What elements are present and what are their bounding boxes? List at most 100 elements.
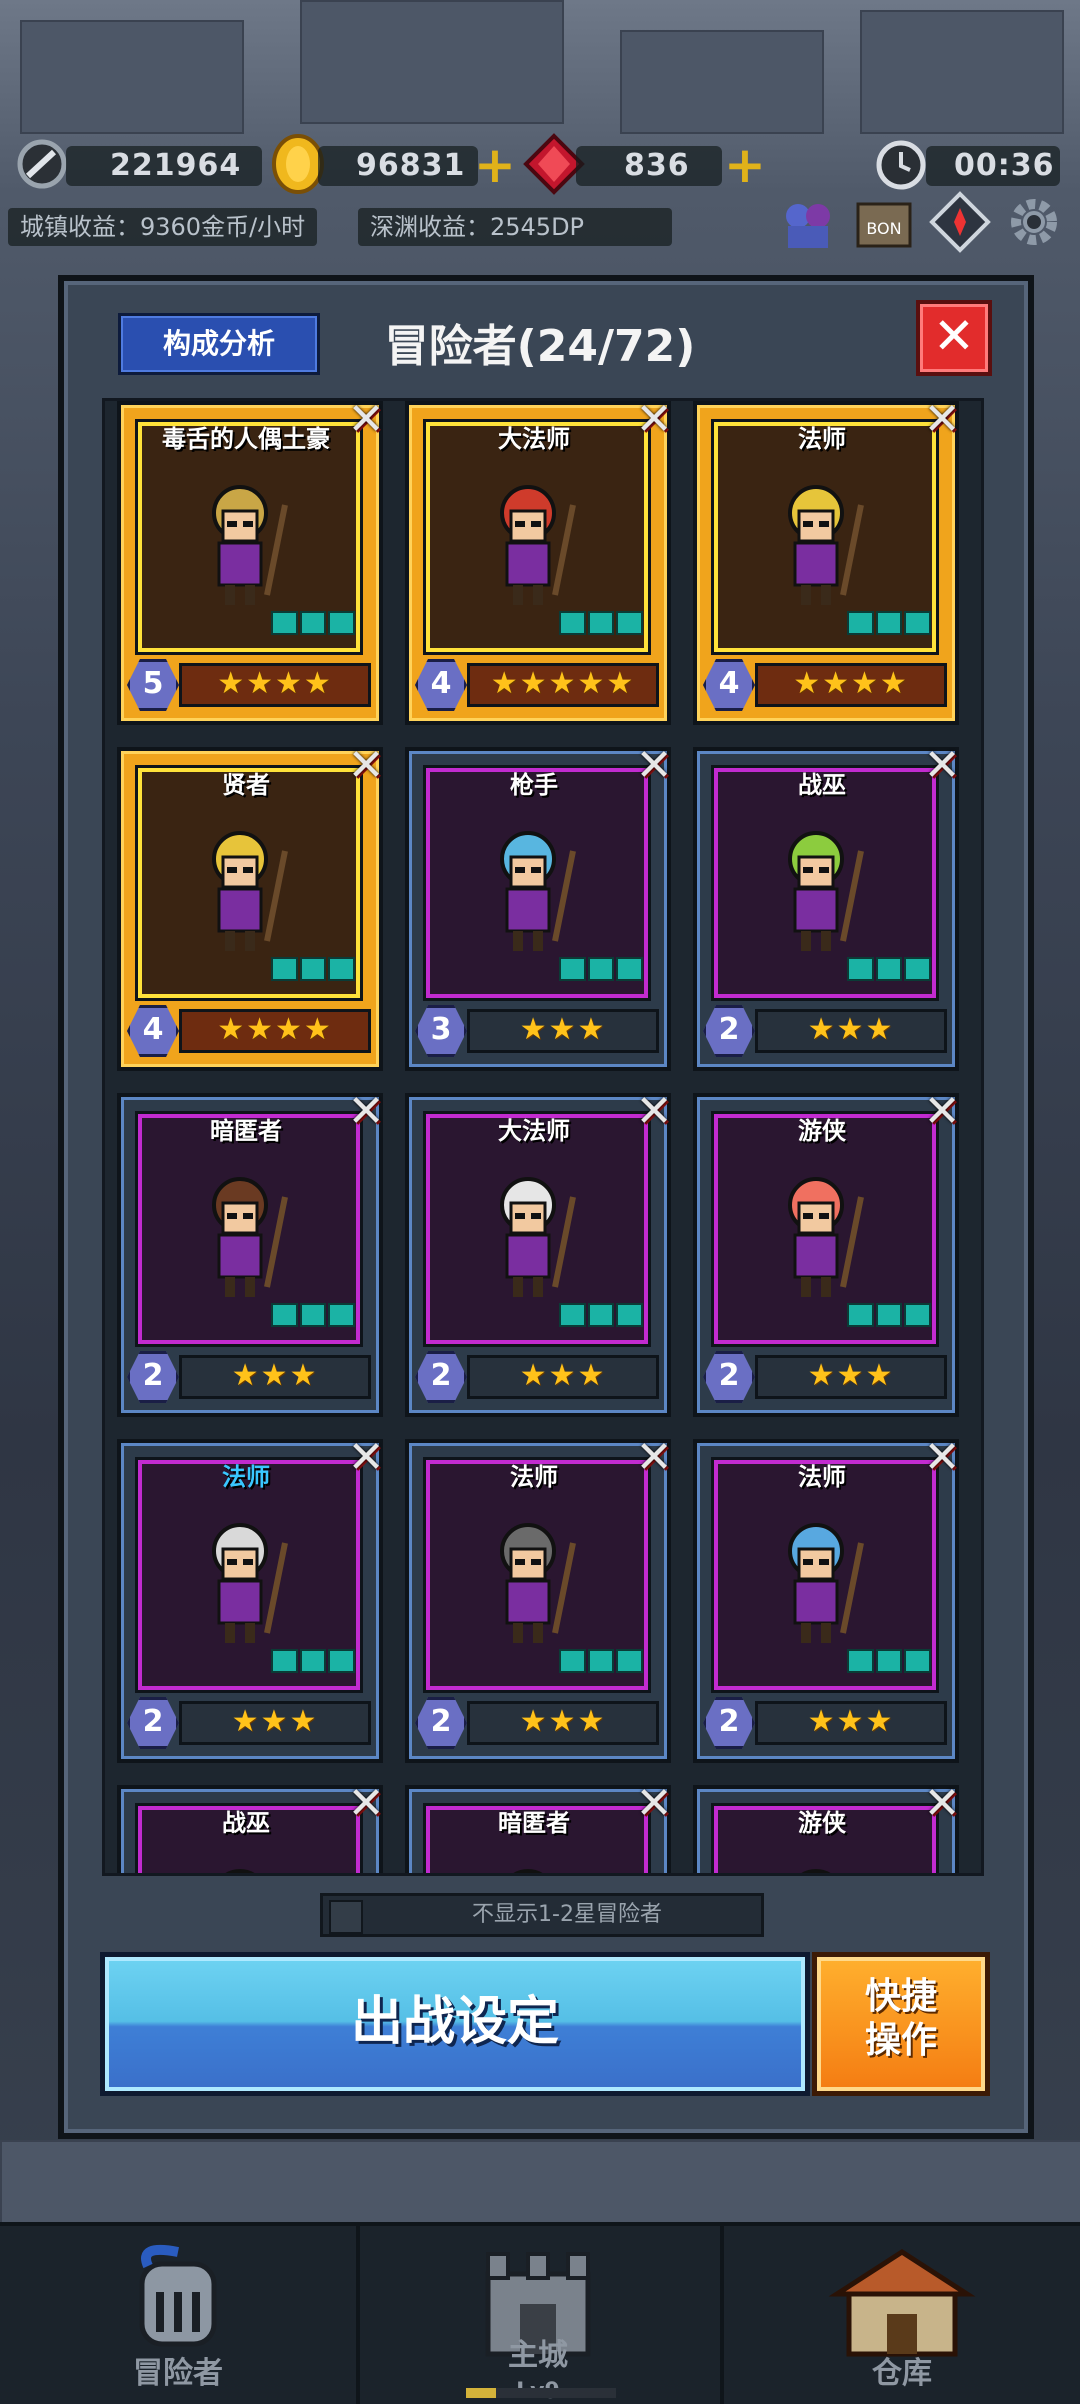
bottom-nav: 冒险者 主城 Lv9 仓库 [0, 2222, 1080, 2404]
star-rating: ★★★ [467, 1355, 659, 1399]
star-rating: ★★★ [755, 1009, 947, 1053]
level-badge: 4 [127, 1005, 179, 1057]
compass-icon[interactable] [928, 190, 992, 254]
quick-label-2: 操作 [864, 2020, 937, 2061]
hero-sprite-icon [212, 831, 288, 951]
adventurer-card[interactable]: 大法师 ✕ 4 ★★★★★ [405, 401, 672, 725]
hero-sprite-icon [788, 1523, 864, 1643]
adventurer-card[interactable]: 战巫 ✕ [117, 1779, 384, 1873]
crossed-swords-icon[interactable]: ✕ [917, 401, 967, 445]
crossed-swords-icon[interactable]: ✕ [341, 1087, 391, 1137]
star-rating: ★★★ [755, 1701, 947, 1745]
nav-adventurer-label: 冒险者 [133, 2356, 223, 2391]
panel-title: 冒险者(24/72) [384, 321, 696, 372]
crossed-swords-icon[interactable]: ✕ [917, 1433, 967, 1483]
adventurer-card[interactable]: 游侠 ✕ 2 ★★★ [693, 1087, 960, 1417]
add-gold-button[interactable]: + [474, 140, 516, 190]
adventurer-name: 战巫 [798, 771, 846, 799]
star-rating: ★★★★ [755, 663, 947, 707]
level-badge: 2 [703, 1697, 755, 1749]
nav-adventurer[interactable]: 冒险者 [0, 2226, 356, 2404]
adventurer-grid[interactable]: 毒舌的人偶土豪 ✕ 5 ★★★★ 大法师 ✕ 4 ★★★★★ 法师 ✕ 4 ★★★★ 贤者 ✕ 4 ★★★★ 枪… [102, 398, 984, 1876]
crossed-swords-icon[interactable]: ✕ [341, 1779, 391, 1829]
equipment-slots [271, 1303, 356, 1327]
level-badge: 3 [415, 1005, 467, 1057]
crossed-swords-icon[interactable]: ✕ [629, 401, 679, 445]
adventurer-name: 法师 [798, 1463, 846, 1491]
level-badge: 2 [127, 1697, 179, 1749]
hero-sprite-icon [500, 1523, 576, 1643]
close-button[interactable]: ✕ [916, 300, 992, 376]
quick-action-button[interactable]: 快捷 操作 [812, 1952, 990, 2096]
crossed-swords-icon[interactable]: ✕ [917, 741, 967, 791]
equipment-slots [559, 611, 644, 635]
add-gem-button[interactable]: + [724, 140, 766, 190]
adventurer-card[interactable]: 法师 ✕ 2 ★★★ [693, 1433, 960, 1763]
equipment-slots [559, 957, 644, 981]
star-rating: ★★★ [179, 1701, 371, 1745]
adventurer-card[interactable]: 游侠 ✕ [693, 1779, 960, 1873]
hero-sprite-icon [212, 1523, 288, 1643]
dp-icon [17, 139, 67, 189]
star-rating: ★★★★ [179, 1009, 371, 1053]
level-badge: 2 [703, 1351, 755, 1403]
adventurer-card[interactable]: 法师 ✕ 2 ★★★ [117, 1433, 384, 1763]
adventurer-card[interactable]: 战巫 ✕ 2 ★★★ [693, 741, 960, 1071]
adventurer-card[interactable]: 贤者 ✕ 4 ★★★★ [117, 741, 384, 1071]
equipment-slots [847, 611, 932, 635]
adventurer-name: 法师 [510, 1463, 558, 1491]
hero-sprite-icon [788, 831, 864, 951]
crossed-swords-icon[interactable]: ✕ [629, 1433, 679, 1483]
crossed-swords-icon[interactable]: ✕ [917, 1087, 967, 1137]
hero-sprite-icon [225, 1869, 255, 1873]
crossed-swords-icon[interactable]: ✕ [629, 1779, 679, 1829]
bonus-icon[interactable]: BON [852, 190, 916, 254]
nav-warehouse-label: 仓库 [872, 2356, 932, 2391]
hide-low-star-toggle[interactable]: 不显示1-2星冒险者 [320, 1893, 764, 1937]
nav-warehouse[interactable]: 仓库 [724, 2226, 1080, 2404]
deploy-settings-button[interactable]: 出战设定 [100, 1952, 810, 2096]
adventurer-name: 贤者 [222, 771, 270, 799]
crossed-swords-icon[interactable]: ✕ [917, 1779, 967, 1829]
checkbox[interactable] [329, 1900, 363, 1934]
level-badge: 2 [415, 1697, 467, 1749]
level-badge: 2 [703, 1005, 755, 1057]
adventurer-card[interactable]: 暗匿者 ✕ [405, 1779, 672, 1873]
adventurer-card[interactable]: 枪手 ✕ 3 ★★★ [405, 741, 672, 1071]
equipment-slots [559, 1649, 644, 1673]
level-badge: 4 [703, 659, 755, 711]
adventurer-card[interactable]: 法师 ✕ 2 ★★★ [405, 1433, 672, 1763]
adventurer-name: 枪手 [510, 771, 558, 799]
adventurer-card[interactable]: 毒舌的人偶土豪 ✕ 5 ★★★★ [117, 401, 384, 725]
crossed-swords-icon[interactable]: ✕ [629, 1087, 679, 1137]
equipment-slots [271, 957, 356, 981]
svg-text:BON: BON [866, 219, 901, 238]
adventurer-name: 法师 [222, 1463, 270, 1491]
knight-helmet-icon [139, 2244, 217, 2347]
equipment-slots [271, 1649, 356, 1673]
crossed-swords-icon[interactable]: ✕ [341, 1433, 391, 1483]
composition-analysis-button[interactable]: 构成分析 [118, 313, 320, 375]
party-icon[interactable] [776, 190, 840, 254]
crossed-swords-icon[interactable]: ✕ [341, 401, 391, 445]
star-rating: ★★★★★ [467, 663, 659, 707]
hero-sprite-icon [212, 1177, 288, 1297]
level-badge: 2 [415, 1351, 467, 1403]
town-income: 城镇收益：9360金币/小时 [8, 208, 318, 246]
crossed-swords-icon[interactable]: ✕ [629, 741, 679, 791]
city-level-progress [466, 2388, 616, 2398]
crossed-swords-icon[interactable]: ✕ [341, 741, 391, 791]
hero-sprite-icon [500, 485, 576, 605]
quick-label-1: 快捷 [864, 1976, 937, 2017]
settings-gear-icon[interactable] [1002, 190, 1066, 254]
star-rating: ★★★ [179, 1355, 371, 1399]
abyss-income: 深渊收益：2545DP [358, 208, 672, 246]
level-badge: 2 [127, 1351, 179, 1403]
hero-sprite-icon [801, 1869, 831, 1873]
adventurer-card[interactable]: 大法师 ✕ 2 ★★★ [405, 1087, 672, 1417]
clock-icon [876, 140, 926, 190]
nav-main-city-label: 主城 [508, 2338, 568, 2373]
nav-main-city[interactable]: 主城 Lv9 [360, 2226, 716, 2404]
adventurer-card[interactable]: 暗匿者 ✕ 2 ★★★ [117, 1087, 384, 1417]
adventurer-card[interactable]: 法师 ✕ 4 ★★★★ [693, 401, 960, 725]
